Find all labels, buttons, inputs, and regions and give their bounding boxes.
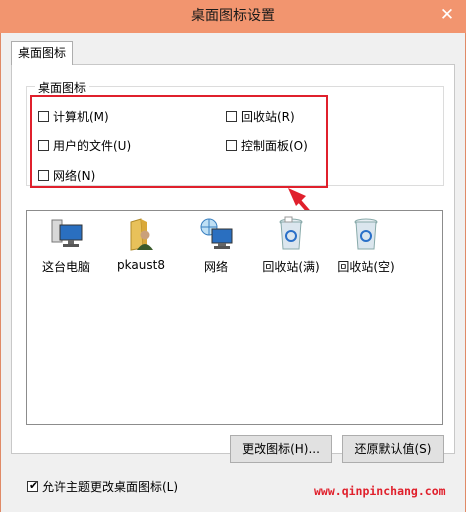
icon-label: 这台电脑 xyxy=(41,260,90,274)
watermark: www.qinpinchang.com xyxy=(314,484,446,498)
recycle-bin-full-icon xyxy=(271,216,311,252)
change-icon-button[interactable]: 更改图标(H)... xyxy=(230,435,332,463)
icon-label: 回收站(满) xyxy=(262,260,320,274)
icon-item-recycle-bin-full[interactable]: 回收站(满) xyxy=(251,216,331,275)
icon-item-recycle-bin-empty[interactable]: 回收站(空) xyxy=(326,216,406,275)
checkmark-icon: ✔ xyxy=(29,479,39,492)
computer-icon xyxy=(46,216,86,252)
user-folder-icon xyxy=(121,216,161,252)
checkbox-box[interactable]: ✔ xyxy=(27,479,39,492)
icon-label: pkaust8 xyxy=(117,258,165,272)
tab-desktop-icons[interactable]: 桌面图标 xyxy=(11,41,73,65)
allow-theme-change-checkbox[interactable]: ✔ 允许主题更改桌面图标(L) xyxy=(27,478,178,495)
checkbox-label: 允许主题更改桌面图标(L) xyxy=(42,480,179,494)
recycle-bin-empty-icon xyxy=(346,216,386,252)
icon-label: 网络 xyxy=(203,260,228,274)
icon-item-this-pc[interactable]: 这台电脑 xyxy=(26,216,106,275)
icon-item-network[interactable]: 网络 xyxy=(176,216,256,275)
icon-item-user-folder[interactable]: pkaust8 xyxy=(101,216,181,272)
restore-default-button[interactable]: 还原默认值(S) xyxy=(342,435,444,463)
icon-label: 回收站(空) xyxy=(337,260,395,274)
network-icon xyxy=(196,216,236,252)
